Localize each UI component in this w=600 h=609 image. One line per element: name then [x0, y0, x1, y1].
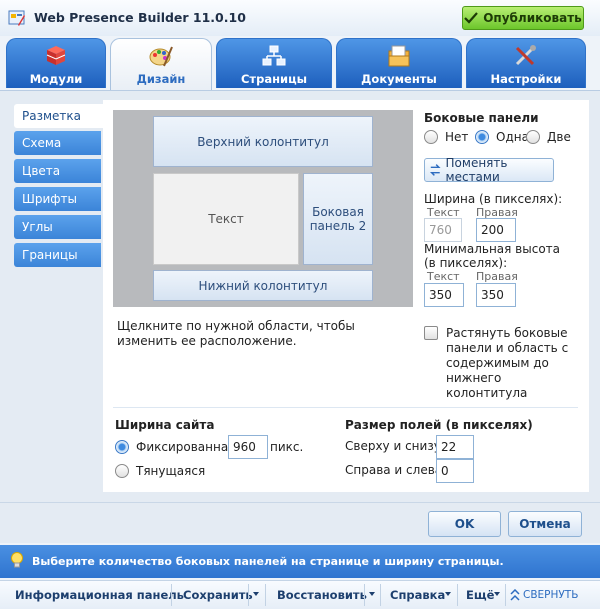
side-panels-none-label: Нет — [445, 130, 469, 144]
more-dropdown-arrow-icon[interactable] — [494, 592, 500, 596]
help-dropdown-arrow-icon[interactable] — [445, 592, 451, 596]
tab-label: Документы — [361, 72, 437, 86]
restore-dropdown-arrow-icon[interactable] — [369, 592, 375, 596]
tab-pages[interactable]: Страницы — [216, 38, 332, 88]
publish-label: Опубликовать — [483, 11, 582, 25]
min-height-right-input[interactable]: 350 — [476, 283, 516, 307]
swap-button[interactable]: Поменять местами — [424, 156, 554, 184]
site-width-input[interactable]: 960 — [228, 435, 268, 459]
margins-top-bottom-label: Сверху и снизу — [345, 439, 441, 453]
separator — [505, 584, 506, 606]
sidebar-region[interactable]: Боковая панель 2 — [303, 173, 373, 265]
side-panels-two-label: Две — [547, 130, 571, 144]
width-text-input[interactable]: 760 — [424, 218, 462, 242]
separator — [265, 584, 266, 606]
info-bar: Выберите количество боковых панелей на с… — [0, 545, 600, 578]
separator — [248, 584, 249, 606]
site-width-unit: пикс. — [270, 440, 304, 454]
min-height-right-label: Правая — [476, 270, 518, 283]
swap-label: Поменять местами — [445, 156, 508, 184]
tab-label: Модули — [29, 72, 83, 86]
tab-documents[interactable]: Документы — [336, 38, 462, 88]
tab-settings[interactable]: Настройки — [466, 38, 586, 88]
side-panels-none-radio[interactable] — [424, 130, 438, 144]
info-panel-button[interactable]: Информационная панель — [15, 588, 184, 602]
lightbulb-icon — [11, 552, 23, 568]
sidebar-item-layout[interactable]: Разметка — [14, 104, 104, 128]
site-width-fixed-label: Фиксированная — [136, 440, 236, 454]
separator — [364, 584, 365, 606]
save-dropdown-arrow-icon[interactable] — [253, 592, 259, 596]
header-region[interactable]: Верхний колонтитул — [153, 116, 373, 167]
tab-modules[interactable]: Модули — [6, 38, 106, 88]
margins-left-right-label: Справа и слева — [345, 463, 443, 477]
pages-icon — [262, 45, 286, 66]
tab-label: Настройки — [490, 72, 562, 86]
modules-icon — [46, 46, 66, 65]
layout-hint: Щелкните по нужной области, чтобы измени… — [117, 319, 355, 348]
section-divider — [113, 407, 578, 408]
cancel-button[interactable]: Отмена — [508, 511, 582, 537]
save-button[interactable]: Сохранить — [183, 588, 253, 602]
collapse-icon — [510, 589, 520, 601]
margins-title: Размер полей (в пикселях) — [345, 418, 533, 432]
restore-button[interactable]: Восстановить — [277, 588, 367, 602]
documents-icon — [388, 45, 410, 67]
margins-top-bottom-input[interactable]: 22 — [436, 435, 474, 459]
site-width-title: Ширина сайта — [115, 418, 215, 432]
site-width-fluid-label: Тянущаяся — [136, 464, 206, 478]
tab-label: Дизайн — [136, 72, 186, 86]
min-height-text-label: Текст — [427, 270, 460, 283]
footer-divider — [0, 502, 600, 503]
sidebar-item-colors[interactable]: Цвета — [14, 159, 101, 183]
width-label: Ширина (в пикселях): — [424, 192, 563, 206]
text-region[interactable]: Текст — [153, 173, 299, 265]
sidebar-item-scheme[interactable]: Схема — [14, 131, 101, 155]
footer-region[interactable]: Нижний колонтитул — [153, 270, 373, 301]
min-height-text-input[interactable]: 350 — [424, 283, 464, 307]
app-title: Web Presence Builder 11.0.10 — [34, 10, 246, 25]
side-panels-title: Боковые панели — [424, 111, 539, 125]
settings-icon — [515, 45, 536, 66]
design-icon — [149, 46, 173, 67]
side-panels-one-radio[interactable] — [475, 130, 489, 144]
stretch-checkbox[interactable] — [424, 326, 438, 340]
site-width-fixed-radio[interactable] — [115, 440, 129, 454]
bottom-bar: Информационная панель Сохранить Восстано… — [0, 580, 600, 609]
publish-button[interactable]: Опубликовать — [462, 6, 584, 30]
min-height-label: Минимальная высота (в пикселях): — [424, 242, 561, 270]
site-width-fluid-radio[interactable] — [115, 464, 129, 478]
app-logo-icon — [8, 10, 25, 26]
sidebar-item-fonts[interactable]: Шрифты — [14, 187, 101, 211]
side-panels-two-radio[interactable] — [526, 130, 540, 144]
separator — [457, 584, 458, 606]
stretch-label: Растянуть боковые панели и область с сод… — [446, 326, 569, 400]
side-panels-one-label: Одна — [496, 130, 529, 144]
separator — [171, 584, 172, 606]
sidebar-item-corners[interactable]: Углы — [14, 215, 101, 239]
tab-design[interactable]: Дизайн — [110, 38, 212, 92]
ok-button[interactable]: OK — [428, 511, 501, 537]
tab-label: Страницы — [240, 72, 308, 86]
margins-left-right-input[interactable]: 0 — [436, 459, 474, 483]
main-tabs: Модули Дизайн Страницы Документы Настрой… — [0, 36, 600, 92]
help-button[interactable]: Справка — [390, 588, 445, 602]
sidebar-item-borders[interactable]: Границы — [14, 243, 101, 267]
layout-preview: Верхний колонтитул Текст Боковая панель … — [113, 110, 413, 307]
separator — [380, 584, 381, 606]
swap-icon — [429, 164, 441, 176]
width-right-input[interactable]: 200 — [476, 218, 516, 242]
more-button[interactable]: Ещё — [466, 588, 494, 602]
info-text: Выберите количество боковых панелей на с… — [32, 555, 504, 568]
collapse-button[interactable]: СВЕРНУТЬ — [523, 589, 578, 601]
checkmark-icon — [464, 12, 479, 24]
